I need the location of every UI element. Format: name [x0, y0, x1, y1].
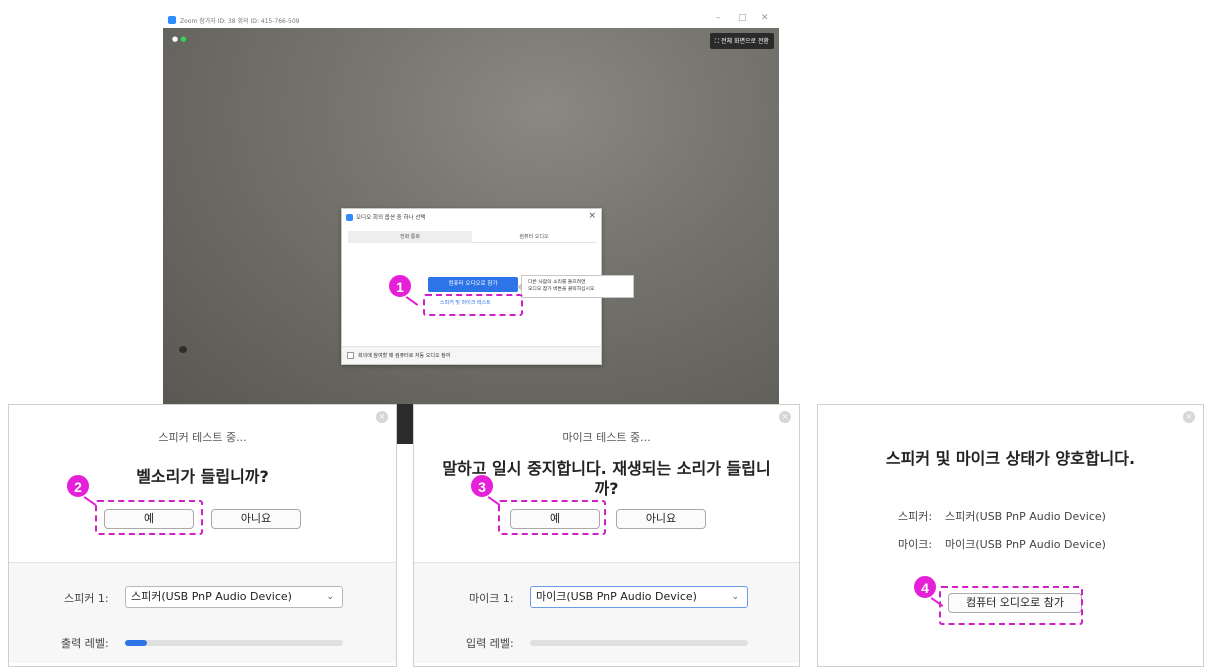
chevron-down-icon: ⌄ — [326, 592, 334, 602]
speaker-status-value: 스피커(USB PnP Audio Device) — [945, 510, 1106, 523]
panel-close-icon[interactable]: × — [1183, 411, 1195, 423]
no-button[interactable]: 아니요 — [211, 509, 301, 529]
no-button[interactable]: 아니요 — [616, 509, 706, 529]
dialog-footer: 회의에 참여할 때 컴퓨터로 자동 오디오 참여 — [342, 346, 601, 364]
mic-status-value: 마이크(USB PnP Audio Device) — [945, 538, 1106, 551]
result-panel: × 스피커 및 마이크 상태가 양호합니다. 스피커: 스피커(USB PnP … — [817, 404, 1204, 667]
step4-highlight — [939, 586, 1083, 625]
auto-join-label: 회의에 참여할 때 컴퓨터로 자동 오디오 참여 — [358, 353, 451, 359]
result-title: 스피커 및 마이크 상태가 양호합니다. — [885, 449, 1136, 468]
step-badge-2: 2 — [66, 474, 90, 498]
speaker-device-select[interactable]: 스피커(USB PnP Audio Device) ⌄ — [125, 586, 343, 608]
output-level-meter — [125, 640, 343, 646]
fullscreen-label: 전체 화면으로 전환 — [721, 38, 769, 45]
panel-title: 마이크 테스트 중... — [562, 431, 651, 444]
panel-lower: 마이크 1: 마이크(USB PnP Audio Device) ⌄ 입력 레벨… — [414, 563, 799, 663]
camera-spot — [179, 346, 187, 353]
chevron-down-icon: ⌄ — [731, 592, 739, 602]
step-badge-3: 3 — [470, 474, 494, 498]
tab-phone-call[interactable]: 전화 통화 — [348, 231, 472, 243]
zoom-window-title: Zoom 참가자 ID: 38 회의 ID: 415-766-509 — [180, 17, 300, 25]
tab-computer-audio[interactable]: 컴퓨터 오디오 — [472, 231, 596, 243]
zoom-logo-icon — [346, 213, 353, 221]
fullscreen-button[interactable]: ⛶ 전체 화면으로 전환 — [709, 33, 774, 49]
step-badge-4: 4 — [913, 575, 937, 599]
connection-indicator-icon: ● ● — [172, 35, 187, 43]
panel-lower: 스피커 1: 스피커(USB PnP Audio Device) ⌄ 출력 레벨… — [9, 563, 396, 663]
step-badge-1: 1 — [388, 274, 412, 298]
audio-tabs: 전화 통화 컴퓨터 오디오 — [348, 231, 596, 243]
auto-join-checkbox[interactable] — [347, 352, 354, 359]
maximize-icon[interactable]: □ — [738, 13, 747, 23]
close-icon[interactable]: ✕ — [761, 13, 769, 23]
zoom-titlebar: Zoom 참가자 ID: 38 회의 ID: 415-766-509 – □ ✕ — [163, 12, 779, 28]
input-level-meter — [530, 640, 748, 646]
panel-close-icon[interactable]: × — [779, 411, 791, 423]
join-computer-audio-button[interactable]: 컴퓨터 오디오로 참가 — [428, 277, 518, 292]
mic-test-panel: × 마이크 테스트 중... 말하고 일시 중지합니다. 재생되는 소리가 들립… — [413, 404, 800, 667]
speaker-device-label: 스피커 1: — [64, 592, 109, 605]
mic-status-row: 마이크: 마이크(USB PnP Audio Device) — [898, 536, 1106, 552]
step2-highlight — [95, 500, 203, 535]
panel-title: 스피커 테스트 중... — [158, 431, 247, 444]
join-tooltip: 다른 사람의 소리를 들으려면 오디오 참가 버튼을 클릭하십시오 — [517, 275, 634, 298]
minimize-icon[interactable]: – — [716, 13, 721, 23]
fullscreen-icon: ⛶ — [714, 38, 720, 45]
speaker-status-label: 스피커: — [898, 510, 933, 523]
output-level-fill — [125, 640, 147, 646]
mic-status-label: 마이크: — [898, 538, 933, 551]
step1-highlight — [423, 294, 523, 316]
output-level-label: 출력 레벨: — [61, 637, 109, 650]
speaker-test-panel: × 스피커 테스트 중... 벨소리가 들립니까? 예 아니요 스피커 1: 스… — [8, 404, 397, 667]
input-level-label: 입력 레벨: — [466, 637, 514, 650]
step3-highlight — [498, 500, 606, 535]
dialog-close-icon[interactable]: × — [588, 211, 596, 221]
speaker-status-row: 스피커: 스피커(USB PnP Audio Device) — [898, 508, 1106, 524]
mic-device-select[interactable]: 마이크(USB PnP Audio Device) ⌄ — [530, 586, 748, 608]
dialog-title: 오디오 회의 옵션 중 하나 선택 — [346, 213, 425, 221]
mic-device-label: 마이크 1: — [469, 592, 514, 605]
panel-close-icon[interactable]: × — [376, 411, 388, 423]
zoom-logo-icon — [168, 16, 176, 24]
